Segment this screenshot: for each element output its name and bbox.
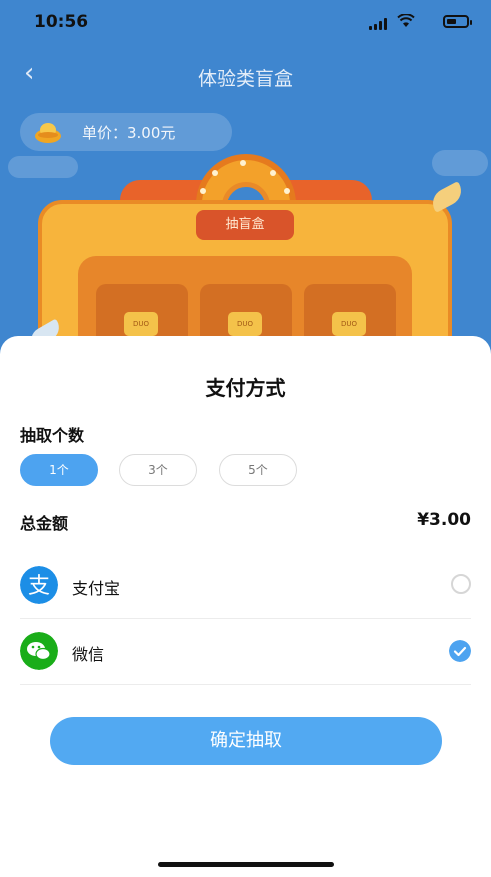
payment-name: 支付宝 (72, 579, 121, 598)
machine-label: 抽盲盒 (196, 210, 294, 240)
cloud-decoration (8, 156, 78, 178)
payment-option-wechat[interactable]: 微信 (20, 618, 471, 684)
handle-light (284, 188, 290, 194)
slot-tag: DUO (228, 312, 262, 336)
unit-price-text: 单价：3.00元 (82, 124, 176, 142)
total-label: 总金额 (20, 514, 69, 533)
svg-text:支: 支 (28, 574, 50, 599)
gold-ingot-icon (35, 123, 61, 143)
nav-bar: ‹ 体验类盲盒 (0, 52, 491, 96)
handle-light (270, 170, 276, 176)
cellular-signal-icon (369, 18, 387, 30)
handle-light (212, 170, 218, 176)
quantity-option-3[interactable]: 3个 (119, 454, 197, 486)
wechat-icon (20, 632, 58, 670)
handle-light (240, 160, 246, 166)
checkmark-icon[interactable] (449, 640, 471, 662)
battery-icon (443, 15, 472, 28)
wifi-icon (397, 14, 415, 27)
divider (20, 684, 471, 685)
quantity-label: 抽取个数 (20, 426, 85, 445)
alipay-icon: 支 (20, 566, 58, 604)
cloud-decoration (432, 150, 488, 176)
handle-light (200, 188, 206, 194)
quantity-option-5[interactable]: 5个 (219, 454, 297, 486)
status-time: 10:56 (34, 12, 89, 32)
feather-decoration (427, 181, 467, 213)
slot-tag: DUO (124, 312, 158, 336)
payment-option-alipay[interactable]: 支 支付宝 (20, 552, 471, 618)
home-indicator[interactable] (158, 862, 334, 867)
sheet-title: 支付方式 (205, 376, 286, 400)
radio-unchecked-icon[interactable] (451, 574, 471, 594)
unit-price-badge: 单价：3.00元 (20, 113, 232, 151)
payment-name: 微信 (72, 645, 105, 664)
quantity-option-1[interactable]: 1个 (20, 454, 98, 486)
status-bar: 10:56 (0, 0, 491, 44)
confirm-draw-button[interactable]: 确定抽取 (50, 717, 442, 765)
total-amount: ¥3.00 (417, 510, 471, 530)
page-title: 体验类盲盒 (197, 68, 293, 90)
slot-tag: DUO (332, 312, 366, 336)
